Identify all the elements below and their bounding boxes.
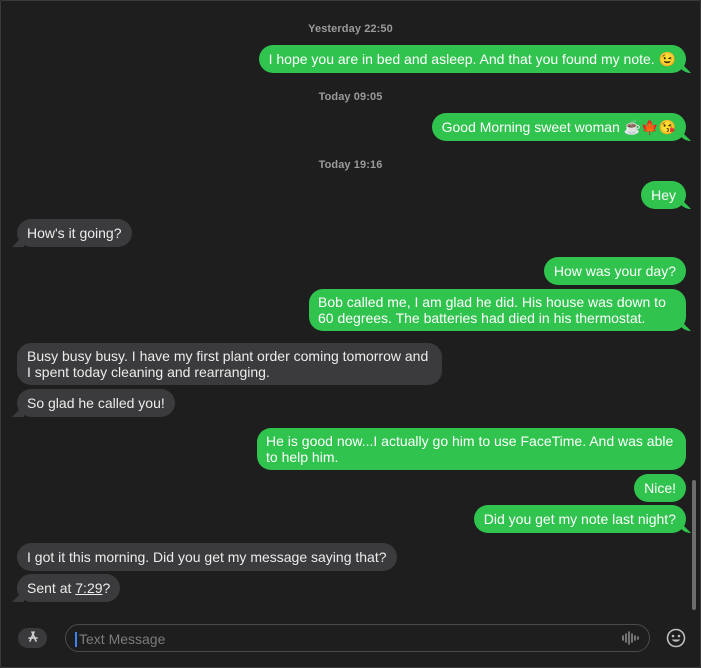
received-message[interactable]: I got it this morning. Did you get my me…: [17, 543, 397, 571]
sent-message[interactable]: Did you get my note last night?: [473, 505, 686, 533]
text-caret: [75, 632, 77, 647]
message-text: Sent at: [27, 580, 76, 596]
received-message[interactable]: Sent at 7:29?: [17, 574, 121, 602]
app-store-button[interactable]: [18, 628, 47, 648]
message-text: ?: [102, 580, 111, 596]
sent-message[interactable]: I hope you are in bed and asleep. And th…: [258, 45, 686, 73]
message-input[interactable]: Text Message: [65, 624, 650, 652]
sent-message[interactable]: How was your day?: [543, 257, 686, 285]
sent-message[interactable]: Good Morning sweet woman ☕🍁😘: [431, 113, 686, 141]
waveform-icon[interactable]: [621, 631, 639, 650]
timestamp: Today 19:16: [318, 159, 383, 171]
received-message[interactable]: Busy busy busy. I have my first plant or…: [17, 343, 442, 385]
timestamp: Yesterday 22:50: [308, 23, 393, 35]
sent-message[interactable]: Hey: [641, 181, 686, 209]
time-link[interactable]: 7:29: [75, 580, 102, 596]
emoji-icon[interactable]: [666, 628, 686, 653]
sent-message[interactable]: Bob called me, I am glad he did. His hou…: [309, 289, 686, 331]
sent-message[interactable]: Nice!: [634, 474, 686, 502]
received-message[interactable]: So glad he called you!: [17, 389, 175, 417]
timestamp: Today 09:05: [318, 91, 383, 103]
app-store-icon: [26, 629, 40, 647]
sent-message[interactable]: He is good now...I actually go him to us…: [257, 428, 686, 470]
scrollbar[interactable]: [692, 480, 696, 610]
compose-bar: Text Message: [0, 622, 701, 668]
message-placeholder: Text Message: [79, 631, 166, 647]
received-message[interactable]: How's it going?: [17, 219, 132, 247]
